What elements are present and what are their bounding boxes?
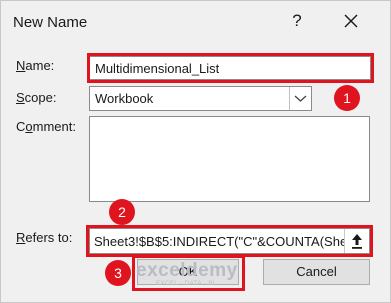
dialog-title: New Name: [13, 14, 88, 31]
highlight-box-refers-to: [86, 225, 373, 257]
scope-label: Scope:: [16, 90, 57, 105]
refers-to-label: Refers to:: [16, 230, 73, 245]
name-label: Name:: [16, 58, 55, 73]
chevron-down-icon: [294, 95, 307, 102]
step-badge-1: 1: [334, 85, 360, 111]
scope-select[interactable]: Workbook: [89, 86, 312, 111]
close-icon: [344, 14, 358, 28]
close-button[interactable]: [337, 7, 365, 35]
help-button[interactable]: ?: [287, 11, 307, 31]
comment-label: Comment:: [16, 119, 76, 134]
cancel-button[interactable]: Cancel: [263, 259, 370, 285]
highlight-box-name: [87, 53, 374, 83]
comment-textarea[interactable]: [89, 116, 370, 202]
step-badge-3: 3: [105, 260, 131, 286]
new-name-dialog: New Name ? Name: Multidimensional_List S…: [0, 0, 391, 303]
highlight-box-ok: [132, 255, 245, 291]
scope-select-value: Workbook: [95, 91, 154, 106]
scope-dropdown-button[interactable]: [289, 87, 311, 110]
step-badge-2: 2: [109, 199, 135, 225]
